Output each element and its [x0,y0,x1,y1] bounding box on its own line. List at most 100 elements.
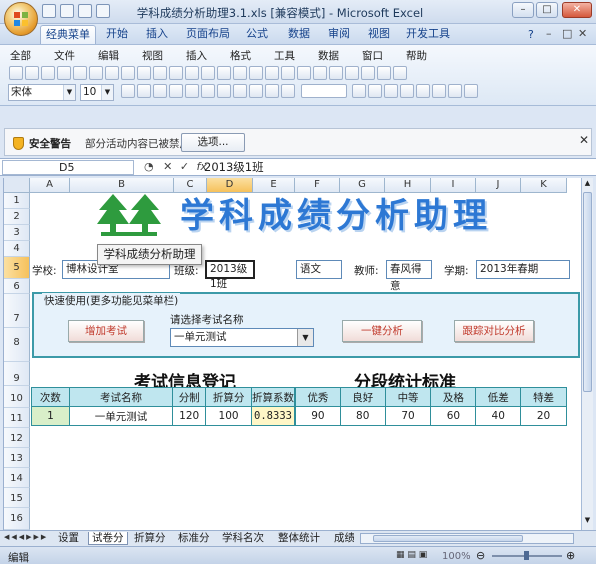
zoom-level[interactable]: 100% [442,551,471,562]
wrap-icon[interactable] [281,84,295,98]
menu-view[interactable]: 视图 [142,48,163,63]
vertical-scrollbar[interactable]: ▲ ▼ [581,178,593,530]
sheet-tab-overall[interactable]: 整体统计 [278,532,320,545]
save-icon[interactable] [42,4,56,18]
close-button[interactable]: ✕ [562,2,592,18]
table-cell[interactable]: 0.8333 [251,406,295,426]
table-cell[interactable]: 100 [205,406,252,426]
italic-icon[interactable] [137,84,151,98]
underline-icon[interactable] [153,84,167,98]
comma-icon[interactable] [384,84,398,98]
select-all-corner[interactable] [4,178,30,193]
zoom-out-icon[interactable]: ⊖ [476,549,485,562]
scrollbar-thumb[interactable] [583,192,592,392]
row-header-14[interactable]: 14 [4,468,30,488]
table-cell[interactable]: 一单元测试 [68,406,174,426]
row-header-5[interactable]: 5 [4,257,30,279]
scroll-down-icon[interactable]: ▼ [583,516,592,526]
function-icon[interactable] [265,66,279,80]
col-header-k[interactable]: K [521,178,567,193]
tab-page-layout[interactable]: 页面布局 [182,25,234,44]
currency-icon[interactable] [352,84,366,98]
table-cell[interactable]: 70 [384,406,432,426]
enter-icon[interactable]: ✓ [180,160,189,173]
chart-icon[interactable] [313,66,327,80]
hscroll-thumb[interactable] [373,535,523,542]
sheet-tab-standard[interactable]: 标准分 [178,532,210,545]
style-combo[interactable] [300,84,347,98]
tab-home[interactable]: 开始 [100,25,134,44]
borders-icon[interactable] [432,84,446,98]
table-cell[interactable]: 60 [430,406,477,426]
sort-desc-icon[interactable] [297,66,311,80]
minimize-button[interactable]: – [512,2,534,18]
font-size-select[interactable]: 10 ▼ [80,84,114,101]
new-icon[interactable] [9,66,23,80]
name-box[interactable]: D5 [2,160,134,175]
indent-icon[interactable] [249,84,263,98]
row-header-15[interactable]: 15 [4,488,30,508]
row-header-10[interactable]: 10 [4,386,30,408]
scroll-up-icon[interactable]: ▲ [583,179,592,189]
menu-window[interactable]: 窗口 [362,48,383,63]
track-compare-button[interactable]: 跟踪对比分析 [454,320,534,342]
row-header-3[interactable]: 3 [4,225,30,241]
ribbon-close-icon[interactable]: ✕ [578,27,587,40]
bold-icon[interactable] [121,84,135,98]
tab-view[interactable]: 视图 [362,25,396,44]
row-header-16[interactable]: 16 [4,508,30,530]
zoom-slider-thumb[interactable] [524,551,529,560]
research-icon[interactable] [121,66,135,80]
outdent-icon[interactable] [265,84,279,98]
row-header-4[interactable]: 4 [4,241,30,257]
table-cell[interactable]: 120 [172,406,207,426]
cancel-icon[interactable]: ✕ [163,160,172,173]
drawing-icon[interactable] [329,66,343,80]
sheet-tab-grades[interactable]: 成绩 [334,532,354,545]
format-painter-icon[interactable] [185,66,199,80]
menu-insert[interactable]: 插入 [186,48,207,63]
layout-icon[interactable] [393,66,407,80]
sort-asc-icon[interactable] [281,66,295,80]
menu-help[interactable]: 帮助 [406,48,427,63]
tab-insert[interactable]: 插入 [140,25,174,44]
one-click-analysis-button[interactable]: 一键分析 [342,320,422,342]
row-header-7[interactable]: 7 [4,294,30,328]
row-header-11[interactable]: 11 [4,408,30,428]
align-center-icon[interactable] [185,84,199,98]
row-header-9[interactable]: 9 [4,362,30,386]
merge-icon[interactable] [233,84,247,98]
help-icon[interactable]: ? [528,28,534,41]
tab-review[interactable]: 审阅 [322,25,356,44]
teacher-field[interactable]: 春风得意 [386,260,432,292]
decrease-decimal-icon[interactable] [416,84,430,98]
print-preview-icon[interactable] [89,66,103,80]
save-icon[interactable] [41,66,55,80]
col-header-b[interactable]: B [70,178,174,193]
increase-decimal-icon[interactable] [400,84,414,98]
sheet-tab-settings[interactable]: 设置 [58,532,79,545]
fill-color-icon[interactable] [448,84,462,98]
formula-value[interactable]: 2013级1班 [204,159,264,175]
menu-data[interactable]: 数据 [318,48,339,63]
align-right-icon[interactable] [201,84,215,98]
menu-format[interactable]: 格式 [230,48,251,63]
view-mode-icons[interactable]: ▦ ▤ ▣ [396,550,427,560]
row-header-2[interactable]: 2 [4,209,30,225]
sheet-tab-paper-score[interactable]: 试卷分 [88,532,128,545]
spelling-icon[interactable] [105,66,119,80]
tab-developer[interactable]: 开发工具 [402,25,454,44]
menu-edit[interactable]: 编辑 [98,48,119,63]
permission-icon[interactable] [57,66,71,80]
worksheet-grid[interactable]: A B C D E F G H I J K 1 2 3 4 5 6 7 8 9 … [3,178,581,530]
table-cell[interactable]: 90 [295,406,341,426]
menu-tools[interactable]: 工具 [274,48,295,63]
search-icon[interactable]: ◔ [144,160,154,173]
font-name-select[interactable]: 宋体 ▼ [8,84,76,101]
print-icon[interactable] [73,66,87,80]
percent-icon[interactable] [368,84,382,98]
zoom-in-icon[interactable]: ⊕ [566,549,575,562]
exam-select[interactable]: 一单元测试 ▼ [170,328,314,347]
row-header-13[interactable]: 13 [4,448,30,468]
customize-toolbar-icon[interactable] [96,4,110,18]
